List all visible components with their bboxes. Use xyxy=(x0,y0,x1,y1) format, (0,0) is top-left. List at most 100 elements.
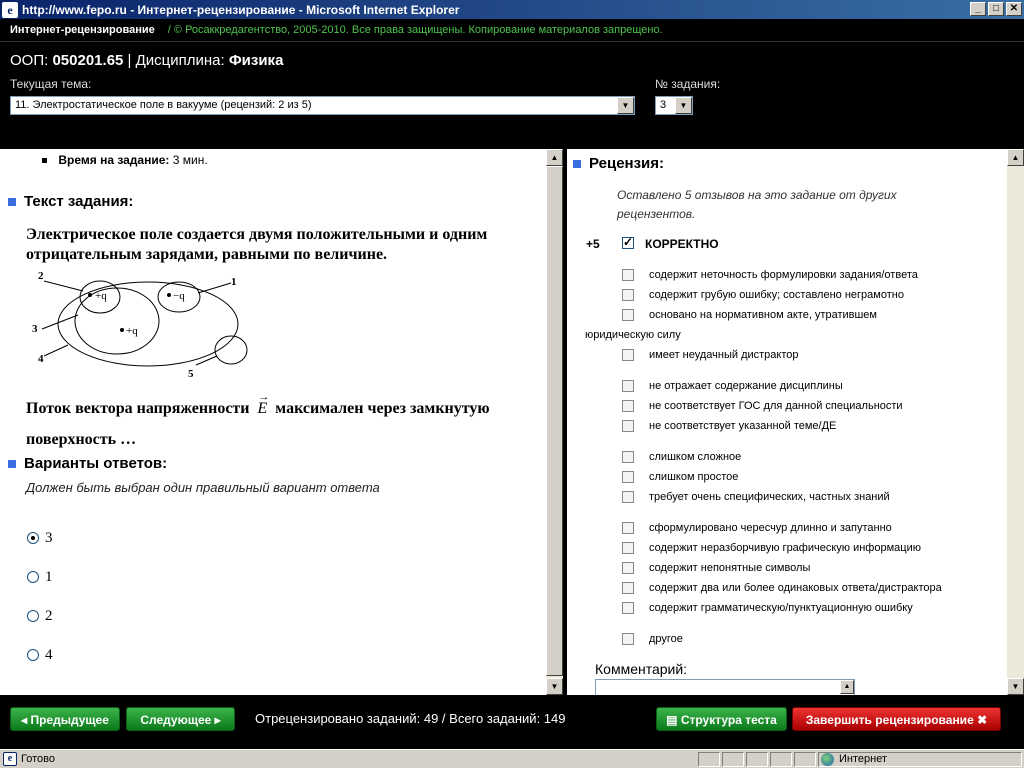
review-option-label: содержит грамматическую/пунктуационную о… xyxy=(649,602,913,614)
status-cell xyxy=(770,752,792,767)
status-text: Готово xyxy=(21,753,55,765)
leader-line xyxy=(43,280,84,292)
review-option-label: содержит непонятные символы xyxy=(649,562,811,574)
review-checkbox[interactable] xyxy=(622,269,634,281)
app-name: Интернет-рецензирование xyxy=(10,24,155,36)
review-checkbox[interactable] xyxy=(622,633,634,645)
task-figure: +q −q +q 1 2 3 4 5 xyxy=(32,270,248,380)
topic-select[interactable]: 11. Электростатическое поле в вакууме (р… xyxy=(10,96,635,115)
review-checkbox[interactable] xyxy=(622,491,634,503)
review-checkbox[interactable] xyxy=(622,451,634,463)
minimize-button[interactable]: _ xyxy=(970,2,986,16)
review-option-label: не отражает содержание дисциплины xyxy=(649,380,843,392)
vector-e: → E xyxy=(257,391,270,417)
task-text: Электрическое поле создается двумя полож… xyxy=(26,226,488,263)
review-checkbox[interactable] xyxy=(622,602,634,614)
review-scrollbar[interactable]: ▲ ▼ xyxy=(1007,149,1024,695)
page-header: Интернет-рецензирование / © Росаккредаге… xyxy=(0,19,1024,149)
task-number-select[interactable]: 3 ▼ xyxy=(655,96,693,115)
review-checkbox[interactable] xyxy=(622,420,634,432)
charge-dot xyxy=(120,328,124,332)
review-checkbox[interactable] xyxy=(622,400,634,412)
review-heading: Рецензия: xyxy=(573,155,664,173)
review-checkbox[interactable] xyxy=(622,349,634,361)
topic-select-value: 11. Электростатическое поле в вакууме (р… xyxy=(15,99,312,111)
chevron-down-icon[interactable]: ▼ xyxy=(675,97,692,114)
surface-label: 5 xyxy=(188,368,194,380)
time-label: Время на задание: xyxy=(58,153,170,167)
surface-4 xyxy=(57,281,239,367)
task-text-heading: Текст задания: xyxy=(8,193,133,211)
surface-label: 1 xyxy=(231,276,237,288)
review-checkbox[interactable] xyxy=(622,522,634,534)
scroll-up-arrow-icon[interactable]: ▲ xyxy=(546,149,563,166)
separator: | xyxy=(127,52,132,69)
bullet-icon xyxy=(42,158,47,164)
maximize-button[interactable]: □ xyxy=(988,2,1004,16)
review-checkbox[interactable] xyxy=(622,542,634,554)
review-option-label: содержит неразборчивую графическую инфор… xyxy=(649,542,921,554)
status-cell xyxy=(722,752,744,767)
comment-textarea[interactable]: ▲ xyxy=(595,679,855,695)
answer-option[interactable]: 1 xyxy=(27,568,53,586)
radio-button[interactable] xyxy=(27,610,39,623)
review-option-label: имеет неудачный дистрактор xyxy=(649,349,799,361)
radio-button[interactable] xyxy=(27,649,39,662)
answer-option[interactable]: 3 xyxy=(27,529,53,547)
window-titlebar: e http://www.fepo.ru - Интернет-рецензир… xyxy=(0,0,1024,19)
previous-button[interactable]: ◂ Предыдущее xyxy=(10,707,120,731)
status-cell xyxy=(746,752,768,767)
close-button[interactable]: ✕ xyxy=(1006,2,1022,16)
correct-checkbox[interactable] xyxy=(622,235,634,249)
leader-line xyxy=(43,344,69,357)
review-option-label: содержит грубую ошибку; составлено негра… xyxy=(649,289,904,301)
next-button[interactable]: Следующее ▸ xyxy=(126,707,235,731)
review-option-label: не соответствует ГОС для данной специаль… xyxy=(649,400,903,412)
review-checkbox[interactable] xyxy=(622,289,634,301)
answer-option[interactable]: 4 xyxy=(27,646,53,664)
radio-button[interactable] xyxy=(27,571,39,584)
charge-dot xyxy=(167,293,171,297)
review-option-label: слишком простое xyxy=(649,471,739,483)
scroll-down-arrow-icon[interactable]: ▼ xyxy=(546,678,563,695)
section-marker-icon xyxy=(573,159,581,168)
review-checkbox[interactable] xyxy=(622,582,634,594)
finish-review-button[interactable]: Завершить рецензирование ✖ xyxy=(792,707,1001,731)
status-bar: e Готово Интернет xyxy=(0,749,1024,768)
answer-option[interactable]: 2 xyxy=(27,607,53,625)
surface-3 xyxy=(74,287,160,355)
answers-hint: Должен быть выбран один правильный вариа… xyxy=(26,480,380,495)
task-question: Поток вектора напряженности → E максимале… xyxy=(26,391,490,448)
zone-cell: Интернет xyxy=(818,752,1022,767)
scroll-thumb[interactable] xyxy=(546,166,563,676)
status-cell xyxy=(794,752,816,767)
review-checkbox[interactable] xyxy=(622,562,634,574)
test-structure-button[interactable]: ▤ Структура теста xyxy=(656,707,787,731)
charge-label: −q xyxy=(173,290,185,302)
surface-label: 4 xyxy=(38,353,44,365)
oop-value: 050201.65 xyxy=(52,52,124,69)
scroll-down-arrow-icon[interactable]: ▼ xyxy=(1007,678,1024,695)
task-scrollbar[interactable]: ▲ ▼ xyxy=(546,149,563,695)
window-title: http://www.fepo.ru - Интернет-рецензиров… xyxy=(22,2,460,17)
review-checkbox[interactable] xyxy=(622,380,634,392)
program-line: ООП: 050201.65 | Дисциплина: Физика xyxy=(10,52,283,69)
zone-text: Интернет xyxy=(839,753,887,765)
surface-label: 2 xyxy=(38,270,44,282)
review-option-label: основано на нормативном акте, утратившем xyxy=(649,309,877,321)
review-option-label: содержит два или более одинаковых ответа… xyxy=(649,582,942,594)
review-option-label: слишком сложное xyxy=(649,451,742,463)
review-checkbox[interactable] xyxy=(622,309,634,321)
chevron-down-icon[interactable]: ▼ xyxy=(617,97,634,114)
review-checkbox[interactable] xyxy=(622,471,634,483)
scroll-up-arrow-icon[interactable]: ▲ xyxy=(840,680,854,694)
review-option-label: содержит неточность формулировки задания… xyxy=(649,269,918,281)
scroll-up-arrow-icon[interactable]: ▲ xyxy=(1007,149,1024,166)
radio-button[interactable] xyxy=(27,532,39,545)
copyright-text: / © Росаккредагентство, 2005-2010. Все п… xyxy=(167,24,663,36)
ie-icon: e xyxy=(2,1,18,18)
surface-label: 3 xyxy=(32,323,38,335)
leader-line xyxy=(195,355,218,366)
review-option-label: другое xyxy=(649,633,683,645)
correct-label: КОРРЕКТНО xyxy=(645,237,719,251)
